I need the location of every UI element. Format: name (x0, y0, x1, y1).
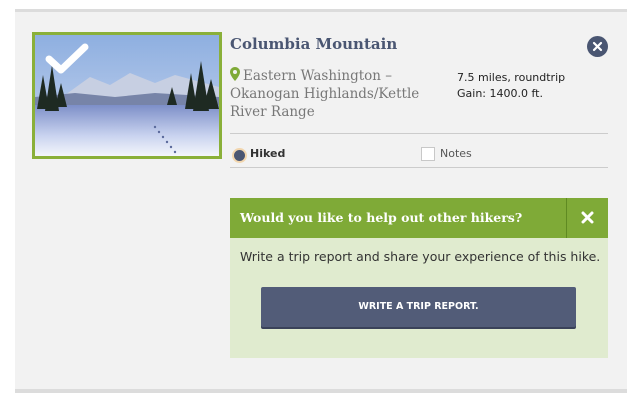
hiked-label[interactable]: Hiked (250, 147, 285, 160)
dismiss-prompt-button[interactable] (567, 198, 608, 238)
close-icon (592, 41, 603, 52)
write-trip-report-button[interactable]: WRITE A TRIP REPORT. (261, 287, 576, 327)
hike-location-text: Eastern Washington – Okanogan Highlands/… (230, 68, 420, 120)
hike-stats: 7.5 miles, roundtrip Gain: 1400.0 ft. (457, 70, 565, 102)
notes-label[interactable]: Notes (440, 147, 472, 160)
prompt-title: Would you like to help out other hikers? (240, 210, 523, 225)
checkmark-icon (45, 43, 89, 74)
hike-gain: Gain: 1400.0 ft. (457, 87, 543, 100)
map-pin-icon (230, 67, 240, 81)
hike-location: Eastern Washington – Okanogan Highlands/… (230, 67, 445, 121)
hike-title[interactable]: Columbia Mountain (230, 35, 397, 53)
remove-hike-button[interactable] (587, 36, 608, 57)
hike-thumbnail[interactable] (32, 32, 222, 159)
notes-checkbox[interactable] (421, 147, 435, 161)
hiked-radio[interactable] (232, 148, 247, 163)
close-x-icon (581, 211, 594, 224)
hike-card: Columbia Mountain Eastern Washington – O… (15, 9, 627, 393)
divider (230, 167, 608, 168)
prompt-header: Would you like to help out other hikers? (230, 198, 566, 238)
divider (230, 133, 608, 134)
prompt-body: Write a trip report and share your exper… (240, 249, 601, 264)
hike-distance: 7.5 miles, roundtrip (457, 71, 566, 84)
trip-report-prompt: Would you like to help out other hikers?… (230, 198, 608, 358)
